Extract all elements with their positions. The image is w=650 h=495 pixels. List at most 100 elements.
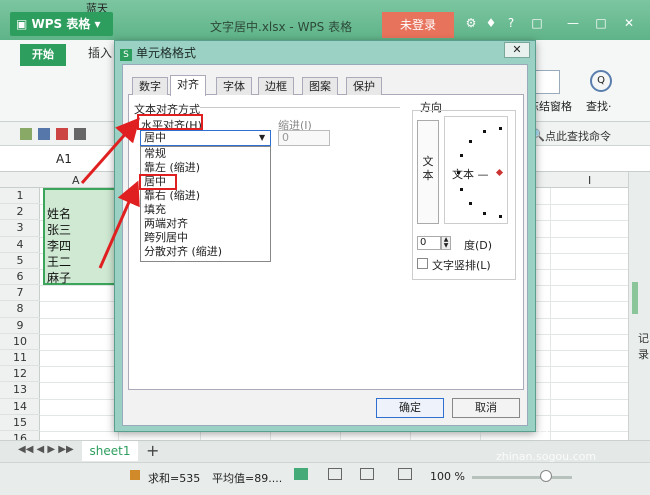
option-distributed-indent[interactable]: 分散对齐 (缩进) xyxy=(144,245,222,259)
cell-a5[interactable]: 王二 xyxy=(47,253,71,270)
dial-dot xyxy=(460,187,464,191)
minimize-icon[interactable]: — xyxy=(566,16,580,30)
degree-label: 度(D) xyxy=(464,239,493,252)
tab-pattern[interactable]: 图案 xyxy=(302,77,338,95)
find-label[interactable]: 查找· xyxy=(586,98,612,114)
command-search-input[interactable]: 点此查找命令 xyxy=(545,128,611,144)
watermark-url: zhinan.sogou.com xyxy=(496,450,597,463)
option-center-across[interactable]: 跨列居中 xyxy=(144,231,188,245)
dial-dot xyxy=(469,139,473,143)
chevron-down-icon: ▾ xyxy=(90,17,101,31)
export-pdf-icon[interactable] xyxy=(56,128,68,140)
tab-start[interactable]: 开始 xyxy=(20,44,66,66)
cell-a6[interactable]: 麻子 xyxy=(47,269,71,286)
dial-dot xyxy=(499,215,502,218)
row-header[interactable]: 15 xyxy=(0,415,40,431)
dial-dot xyxy=(460,154,464,158)
dial-dot xyxy=(469,202,473,206)
save-icon[interactable] xyxy=(38,128,50,140)
row-header[interactable]: 7 xyxy=(0,285,40,302)
horizontal-align-select[interactable]: 居中 xyxy=(140,130,271,146)
scrollbar-thumb[interactable] xyxy=(632,282,638,314)
cell-a2[interactable]: 姓名 xyxy=(47,205,71,222)
page-break-icon[interactable] xyxy=(360,468,374,480)
row-header[interactable]: 13 xyxy=(0,382,40,399)
zoom-level[interactable]: 100 % xyxy=(430,470,465,483)
help-icon[interactable]: ? xyxy=(504,16,518,30)
row-header[interactable]: 12 xyxy=(0,366,40,383)
freeze-panes-icon[interactable] xyxy=(534,70,560,94)
row-header[interactable]: 2 xyxy=(0,204,40,221)
macro-icon[interactable] xyxy=(130,470,140,480)
row-header[interactable]: 8 xyxy=(0,301,40,318)
page-layout-icon[interactable] xyxy=(328,468,342,480)
highlight-box-horizontal-label xyxy=(137,114,203,130)
cancel-button[interactable]: 取消 xyxy=(452,398,520,418)
row-header[interactable]: 4 xyxy=(0,237,40,253)
wps-app-menu-button[interactable]: ▣ WPS 表格 ▾ xyxy=(10,12,113,36)
tab-number[interactable]: 数字 xyxy=(132,77,168,95)
wps-logo-icon: ▣ xyxy=(16,17,32,31)
option-general[interactable]: 常规 xyxy=(144,147,166,161)
ok-button[interactable]: 确定 xyxy=(376,398,444,418)
print-icon[interactable] xyxy=(74,128,86,140)
dial-dot xyxy=(483,130,486,134)
option-justify[interactable]: 两端对齐 xyxy=(144,217,188,231)
vertical-stack-checkbox[interactable] xyxy=(417,258,428,269)
indent-input[interactable]: 0 xyxy=(278,130,330,146)
row-header[interactable]: 1 xyxy=(0,188,40,205)
dial-dot xyxy=(499,127,502,130)
new-file-icon[interactable] xyxy=(20,128,32,140)
tab-insert[interactable]: 插入 xyxy=(88,44,112,61)
find-icon[interactable]: Q xyxy=(590,70,612,92)
skin-icon[interactable]: ♦ xyxy=(484,16,498,30)
side-panel-peek: 记录 xyxy=(638,332,649,361)
tab-alignment[interactable]: 对齐 xyxy=(170,75,206,96)
dialog-title: S 单元格格式 xyxy=(120,44,196,61)
option-fill[interactable]: 填充 xyxy=(144,203,166,217)
degree-input[interactable]: 0 xyxy=(417,236,441,250)
row-header[interactable]: 9 xyxy=(0,318,40,334)
tab-border[interactable]: 边框 xyxy=(258,77,294,95)
cell-a3[interactable]: 张三 xyxy=(47,221,71,238)
row-header[interactable]: 10 xyxy=(0,334,40,350)
degree-spinner[interactable]: ▲ ▼ xyxy=(441,236,451,250)
option-left-indent[interactable]: 靠左 (缩进) xyxy=(144,161,200,175)
group-divider xyxy=(200,107,400,108)
tab-font[interactable]: 字体 xyxy=(216,77,252,95)
column-header-a[interactable]: A xyxy=(72,174,80,187)
close-window-icon[interactable]: ✕ xyxy=(622,16,636,30)
grid-column-line xyxy=(550,188,551,440)
name-box[interactable]: A1 xyxy=(56,152,72,166)
maximize-icon[interactable]: □ xyxy=(594,16,608,30)
sheet-tab-sheet1[interactable]: sheet1 xyxy=(82,441,138,461)
settings-icon[interactable]: ⚙ xyxy=(464,16,478,30)
column-header-i[interactable]: I xyxy=(588,174,591,187)
row-header[interactable]: 11 xyxy=(0,350,40,367)
row-header[interactable]: 14 xyxy=(0,399,40,415)
dial-text-label: 文本 — xyxy=(452,168,489,181)
reading-mode-icon[interactable] xyxy=(398,468,412,480)
row-header[interactable]: 6 xyxy=(0,269,40,286)
restore-icon[interactable]: □ xyxy=(530,16,544,30)
row-header[interactable]: 5 xyxy=(0,253,40,269)
status-average: 平均值=89.... xyxy=(212,472,283,485)
row-header[interactable]: 3 xyxy=(0,220,40,237)
dial-dot xyxy=(483,211,486,215)
wps-logo-icon: S xyxy=(120,49,132,61)
dialog-close-button[interactable]: ✕ xyxy=(504,42,530,58)
zoom-slider[interactable] xyxy=(472,476,572,479)
status-sum: 求和=535 xyxy=(148,472,201,485)
login-button[interactable]: 未登录 xyxy=(382,12,454,38)
zoom-slider-knob[interactable] xyxy=(540,470,552,482)
option-right-indent[interactable]: 靠右 (缩进) xyxy=(144,189,200,203)
normal-view-icon[interactable] xyxy=(294,468,308,480)
add-sheet-button[interactable]: + xyxy=(146,441,159,460)
highlight-box-center-option xyxy=(139,174,177,190)
cell-a4[interactable]: 李四 xyxy=(47,237,71,254)
vertical-text-button[interactable]: 文本 xyxy=(417,120,439,224)
document-title: 文字居中.xlsx - WPS 表格 xyxy=(210,20,353,34)
sheet-nav-icon[interactable]: ◀◀ ◀ ▶ ▶▶ xyxy=(18,444,74,455)
tab-protection[interactable]: 保护 xyxy=(346,77,382,95)
chevron-down-icon[interactable]: ▼ xyxy=(259,133,265,142)
